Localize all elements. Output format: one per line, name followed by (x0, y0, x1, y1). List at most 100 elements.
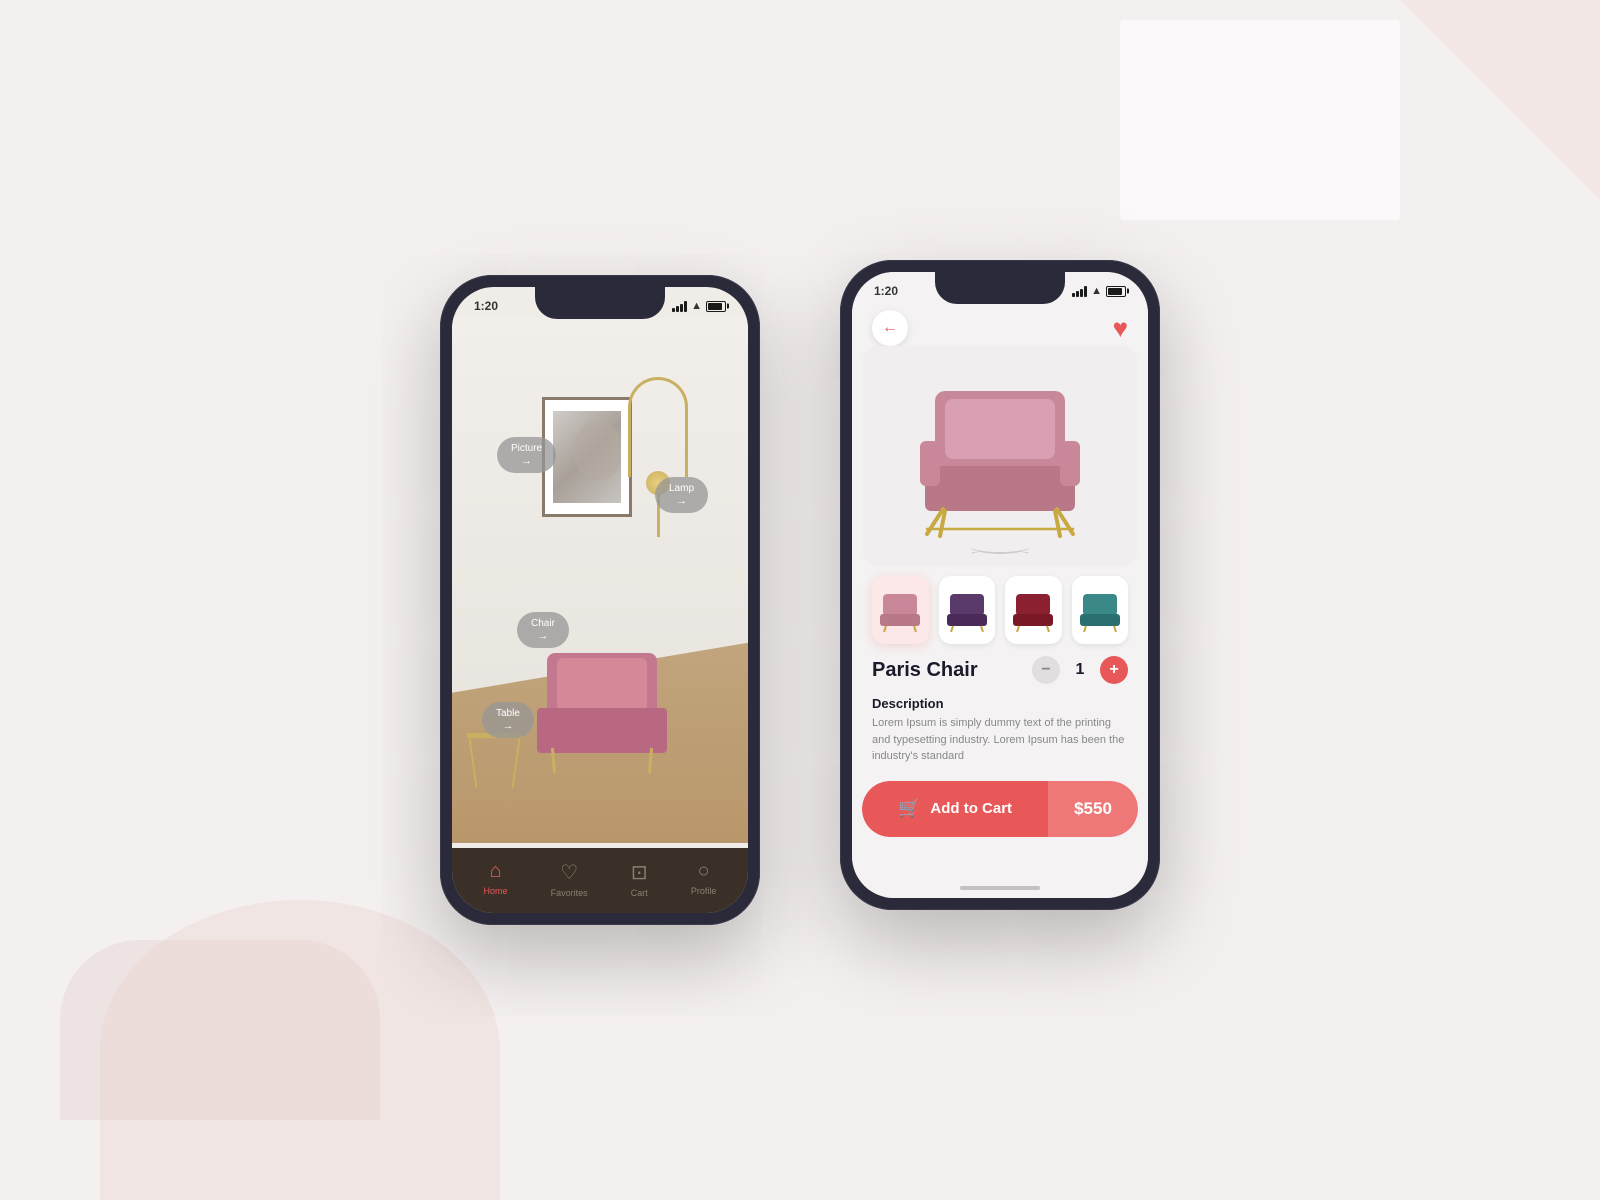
signal-bar-1 (672, 308, 675, 312)
signal-bar-4 (684, 301, 687, 312)
product-info-row: Paris Chair − 1 + (852, 644, 1148, 692)
room-chair (512, 653, 692, 813)
profile-icon: ○ (698, 860, 710, 883)
phone1-status-icons: ▲ (672, 300, 726, 312)
product-title: Paris Chair (872, 659, 978, 682)
description-text: Lorem Ipsum is simply dummy text of the … (872, 715, 1128, 765)
phone1-signal (672, 301, 687, 312)
quantity-increase-button[interactable]: + (1100, 656, 1128, 684)
phone2-wifi-icon: ▲ (1091, 285, 1102, 297)
ar-tag-picture-label: Picture (511, 443, 542, 454)
color-swatches (852, 566, 1148, 644)
signal-bar-2 (676, 306, 679, 312)
nav-cart-label: Cart (631, 888, 648, 898)
phone2-status-icons: ▲ (1072, 285, 1126, 297)
swatch-chair-pink (878, 588, 922, 632)
battery-fill-2 (1108, 288, 1122, 295)
back-button[interactable]: ← (872, 310, 908, 346)
home-indicator (960, 886, 1040, 890)
table-leg-left (469, 738, 478, 788)
quantity-decrease-button[interactable]: − (1032, 656, 1060, 684)
phone-product-screen: 1:20 ▲ (840, 260, 1160, 910)
phone2-time: 1:20 (874, 284, 898, 298)
lamp-arc (628, 377, 688, 477)
nav-profile[interactable]: ○ Profile (691, 860, 717, 896)
ar-tag-table-arrow: → (502, 720, 513, 732)
add-to-cart-bar: 🛒 Add to Cart $550 (862, 781, 1138, 837)
swatch-chair-teal (1078, 588, 1122, 632)
battery-tip (727, 304, 729, 309)
phone-ar-screen: 1:20 ▲ (440, 275, 760, 925)
color-swatch-purple[interactable] (939, 576, 996, 644)
phone2-battery (1106, 286, 1126, 297)
description-title: Description (872, 696, 1128, 711)
product-detail-screen: ← ♥ (852, 302, 1148, 898)
phone2-screen: 1:20 ▲ (852, 272, 1148, 898)
ar-tag-chair-label: Chair (531, 618, 555, 629)
nav-home[interactable]: ⌂ Home (484, 860, 508, 896)
nav-profile-label: Profile (691, 886, 717, 896)
rotate-right-icon: → (1021, 546, 1030, 556)
ar-tag-picture[interactable]: Picture → (497, 437, 556, 473)
battery-tip-2 (1127, 289, 1129, 294)
color-swatch-red[interactable] (1005, 576, 1062, 644)
nav-favorites[interactable]: ♡ Favorites (551, 860, 588, 898)
phone2-signal (1072, 286, 1087, 297)
ar-tag-lamp[interactable]: Lamp → (655, 477, 708, 513)
add-to-cart-button[interactable]: 🛒 Add to Cart (862, 781, 1048, 837)
product-price: $550 (1074, 799, 1112, 819)
ar-tag-picture-arrow: → (521, 455, 532, 467)
color-swatch-teal[interactable] (1072, 576, 1129, 644)
chair-pillow (557, 658, 647, 713)
phone1-time: 1:20 (474, 299, 498, 313)
cart-icon: 🛒 (898, 798, 920, 819)
product-image-area: ← → (862, 346, 1138, 566)
ar-room-scene: Picture → Lamp → Chair → Table → (452, 317, 748, 913)
phone1-screen: 1:20 ▲ (452, 287, 748, 913)
rotate-left-icon: ← (970, 546, 979, 556)
phone1-nav-bar: ⌂ Home ♡ Favorites ⊡ Cart ○ Profile (452, 848, 748, 913)
chair-seat (537, 708, 667, 753)
phone2-notch (935, 272, 1065, 304)
swatch-chair-purple (945, 588, 989, 632)
price-button[interactable]: $550 (1048, 781, 1138, 837)
bg-decoration-triangle (1400, 0, 1600, 200)
quantity-control: − 1 + (1032, 656, 1128, 684)
favorite-button[interactable]: ♥ (1113, 313, 1128, 344)
color-swatch-pink[interactable] (872, 576, 929, 644)
home-icon: ⌂ (490, 860, 502, 883)
product-chair-image (905, 371, 1095, 541)
ar-tag-lamp-arrow: → (676, 495, 687, 507)
rotate-indicator: ← → (970, 539, 1030, 554)
chair-leg-right (648, 748, 653, 773)
favorites-icon: ♡ (560, 860, 578, 885)
chair-body (532, 653, 672, 773)
signal-bar-2 (1076, 291, 1079, 297)
description-section: Description Lorem Ipsum is simply dummy … (852, 692, 1148, 773)
signal-bar-3 (1080, 289, 1083, 297)
add-to-cart-label: Add to Cart (930, 800, 1012, 817)
phones-container: 1:20 ▲ (440, 275, 1160, 925)
product-header: ← ♥ (852, 302, 1148, 346)
phone1-battery (706, 301, 726, 312)
ar-tag-lamp-label: Lamp (669, 483, 694, 494)
signal-bar-4 (1084, 286, 1087, 297)
nav-cart[interactable]: ⊡ Cart (631, 860, 648, 898)
swatch-chair-red (1011, 588, 1055, 632)
room-lamp (628, 377, 688, 537)
phone1-notch (535, 287, 665, 319)
nav-favorites-label: Favorites (551, 888, 588, 898)
ar-tag-chair-arrow: → (537, 630, 548, 642)
ar-tag-table[interactable]: Table → (482, 702, 534, 738)
quantity-value: 1 (1070, 661, 1090, 679)
signal-bar-1 (1072, 293, 1075, 297)
ar-tag-chair[interactable]: Chair → (517, 612, 569, 648)
bg-chair-shadow (100, 900, 500, 1200)
bg-decoration-top (1120, 20, 1400, 220)
nav-home-label: Home (484, 886, 508, 896)
picture-art (553, 411, 620, 502)
battery-fill (708, 303, 722, 310)
cart-icon: ⊡ (631, 860, 648, 885)
phone1-wifi-icon: ▲ (691, 300, 702, 312)
ar-tag-table-label: Table (496, 708, 520, 719)
